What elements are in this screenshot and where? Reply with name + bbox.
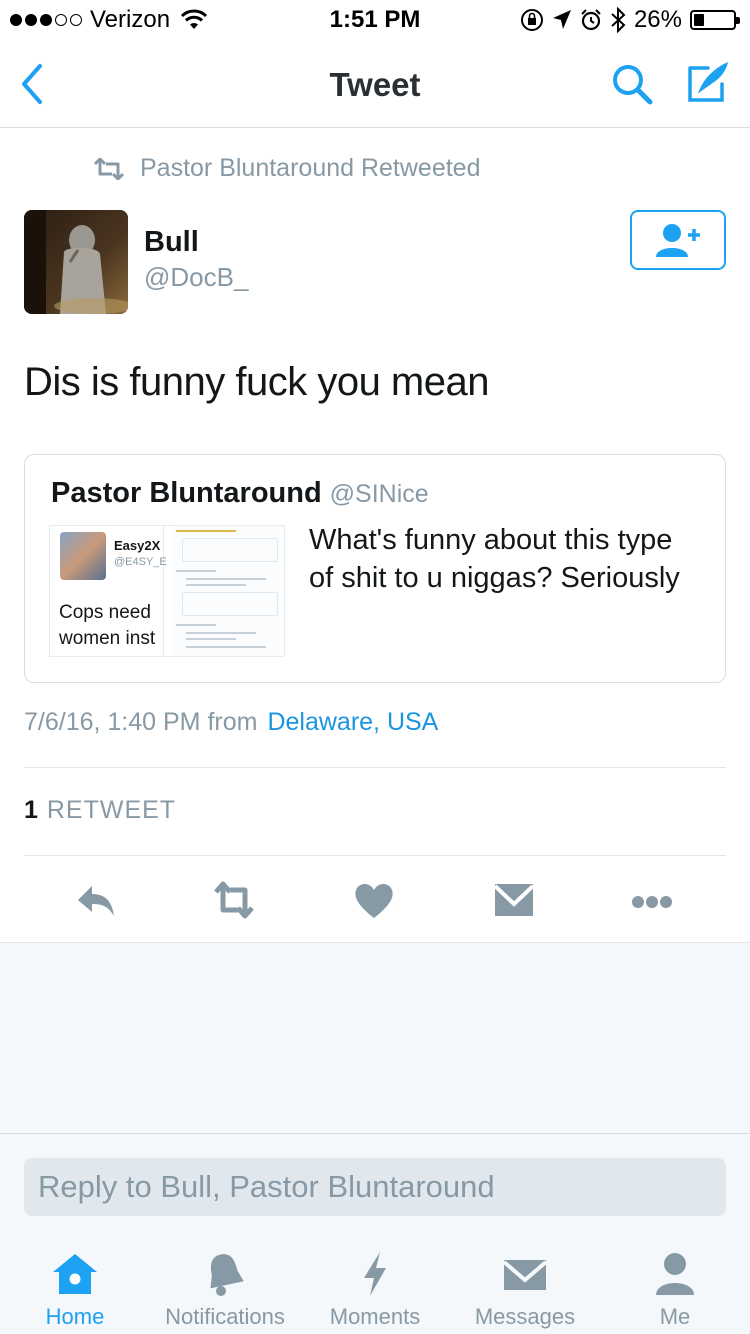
tab-messages-label: Messages	[474, 1304, 576, 1329]
tweet-actions	[0, 872, 750, 928]
divider	[24, 767, 726, 768]
retweet-count[interactable]: 1 RETWEET	[24, 796, 176, 825]
quoted-media-thumbnail[interactable]: Easy2X @E4SY_E Cops need women inst	[49, 525, 285, 657]
person-icon	[656, 1253, 694, 1295]
more-options-icon[interactable]	[630, 878, 674, 922]
tab-me-label: Me	[659, 1304, 691, 1329]
tweet-timestamp: 7/6/16, 1:40 PM from	[24, 708, 258, 736]
author-handle[interactable]: @DocB_	[144, 262, 248, 293]
battery-percent: 26%	[633, 6, 682, 33]
add-user-icon	[656, 224, 700, 257]
quoted-tweet-text: What's funny about this type of shit to …	[309, 524, 680, 594]
like-heart-icon[interactable]	[352, 878, 396, 922]
retweeted-by[interactable]: Pastor Bluntaround Retweeted	[92, 154, 481, 183]
follow-button[interactable]	[630, 210, 726, 270]
status-bar: Verizon 1:51 PM 26%	[0, 0, 750, 40]
quoted-author-name: Pastor Bluntaround	[51, 477, 322, 509]
retweet-count-label: RETWEET	[46, 796, 177, 824]
compose-tweet-icon[interactable]	[684, 58, 732, 106]
alarm-icon	[581, 9, 601, 31]
quoted-author: Pastor Bluntaround @SINice	[51, 477, 429, 510]
rotation-lock-icon	[520, 9, 543, 31]
tab-home[interactable]: Home	[0, 1250, 150, 1330]
thumbnail-text-line1: Cops need	[59, 602, 151, 623]
bluetooth-icon	[611, 7, 626, 33]
thumbnail-handle: @E4SY_E	[114, 556, 167, 568]
nav-bar: Tweet	[0, 40, 750, 128]
tweet-location-link[interactable]: Delaware, USA	[267, 708, 438, 736]
avatar-photo	[24, 210, 128, 314]
reply-icon[interactable]	[74, 878, 118, 922]
tab-home-label: Home	[45, 1304, 105, 1329]
tab-me[interactable]: Me	[600, 1250, 750, 1330]
thumbnail-text-line2: women inst	[59, 628, 156, 649]
thumbnail-tweet-preview: Easy2X @E4SY_E Cops need women inst	[50, 526, 167, 656]
quoted-tweet-card[interactable]: Pastor Bluntaround @SINice Easy2X @E4SY_E…	[24, 454, 726, 683]
direct-message-icon[interactable]	[492, 878, 536, 922]
thumbnail-name: Easy2X	[114, 538, 161, 553]
tab-notifications[interactable]: Notifications	[150, 1250, 300, 1330]
retweet-icon[interactable]	[212, 878, 256, 922]
divider	[24, 855, 726, 856]
author-name[interactable]: Bull	[144, 226, 199, 259]
tweet-text: Dis is funny fuck you mean	[24, 360, 490, 404]
author-avatar[interactable]	[24, 210, 128, 314]
retweet-icon	[93, 157, 125, 180]
reply-input[interactable]: Reply to Bull, Pastor Bluntaround	[24, 1158, 726, 1216]
tab-messages[interactable]: Messages	[450, 1250, 600, 1330]
home-icon	[53, 1254, 97, 1294]
status-right: 26%	[520, 6, 740, 34]
tweet-meta: 7/6/16, 1:40 PM from Delaware, USA	[24, 708, 438, 737]
location-arrow-icon	[552, 10, 571, 29]
thumbnail-timeline-preview	[172, 526, 284, 656]
search-icon[interactable]	[608, 60, 656, 108]
tab-moments-label: Moments	[329, 1304, 421, 1329]
retweet-count-number: 1	[24, 796, 39, 824]
bell-icon	[210, 1254, 244, 1296]
retweeted-by-label: Pastor Bluntaround Retweeted	[140, 154, 481, 182]
battery-icon	[690, 10, 740, 30]
tab-moments[interactable]: Moments	[300, 1250, 450, 1330]
lightning-icon	[364, 1252, 386, 1296]
thumbnail-avatar	[60, 532, 106, 580]
tab-notifications-label: Notifications	[165, 1304, 285, 1329]
quoted-author-handle: @SINice	[329, 480, 429, 508]
envelope-icon	[502, 1260, 548, 1290]
